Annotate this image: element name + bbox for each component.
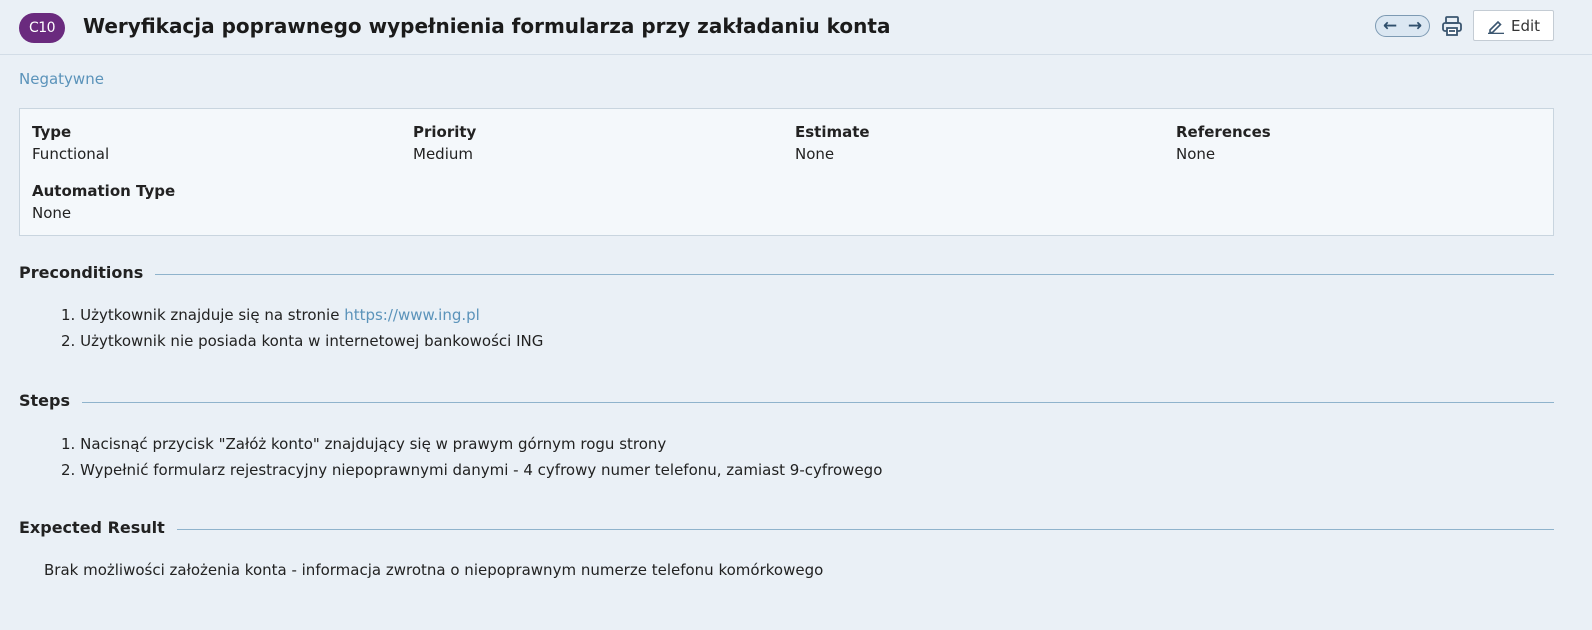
priority-value: Medium xyxy=(413,145,473,163)
case-header: C10 Weryfikacja poprawnego wypełnienia f… xyxy=(0,0,1592,55)
estimate-field: Estimate None xyxy=(795,123,870,163)
edit-button[interactable]: Edit xyxy=(1473,10,1554,41)
type-value: Functional xyxy=(32,145,110,163)
type-field: Type Functional xyxy=(32,123,109,163)
list-item: 2. Wypełnić formularz rejestracyjny niep… xyxy=(61,457,882,483)
list-item: 1. Nacisnąć przycisk "Załóż konto" znajd… xyxy=(61,431,882,457)
list-item: 1. Użytkownik znajduje się na stronie ht… xyxy=(61,302,543,328)
automation-field: Automation Type None xyxy=(32,182,175,222)
estimate-label: Estimate xyxy=(795,123,870,141)
arrow-left-icon[interactable]: ← xyxy=(1378,16,1402,36)
preconditions-heading: Preconditions xyxy=(19,263,156,282)
divider xyxy=(19,529,1554,530)
expected-result-header: Expected Result xyxy=(19,518,1554,540)
url-link[interactable]: https://www.ing.pl xyxy=(344,306,480,324)
list-item: 2. Użytkownik nie posiada konta w intern… xyxy=(61,328,543,354)
preconditions-header: Preconditions xyxy=(19,263,1554,285)
steps-header: Steps xyxy=(19,391,1554,413)
priority-label: Priority xyxy=(413,123,477,141)
edit-button-label: Edit xyxy=(1511,17,1541,35)
list-text: Nacisnąć przycisk "Załóż konto" znajdują… xyxy=(80,435,667,453)
details-panel: Type Functional Priority Medium Estimate… xyxy=(19,108,1554,236)
expected-result-text: Brak możliwości założenia konta - inform… xyxy=(44,561,824,579)
list-text: Użytkownik znajduje się na stronie xyxy=(80,306,345,324)
expected-result-heading: Expected Result xyxy=(19,518,177,537)
type-label: Type xyxy=(32,123,72,141)
priority-field: Priority Medium xyxy=(413,123,476,163)
automation-value: None xyxy=(32,204,72,222)
arrow-right-icon[interactable]: → xyxy=(1403,16,1427,36)
list-number: 1. xyxy=(61,306,76,324)
page-title: Weryfikacja poprawnego wypełnienia formu… xyxy=(83,14,891,38)
steps-list: 1. Nacisnąć przycisk "Załóż konto" znajd… xyxy=(61,431,882,483)
list-text: Użytkownik nie posiada konta w interneto… xyxy=(80,332,544,350)
preconditions-list: 1. Użytkownik znajduje się na stronie ht… xyxy=(61,302,543,354)
list-number: 1. xyxy=(61,435,76,453)
steps-heading: Steps xyxy=(19,391,82,410)
case-id-badge: C10 xyxy=(19,13,65,43)
list-number: 2. xyxy=(61,332,76,350)
list-number: 2. xyxy=(61,461,76,479)
case-navigation: ← → xyxy=(1375,15,1430,37)
estimate-value: None xyxy=(795,145,835,163)
list-text: Wypełnić formularz rejestracyjny niepopr… xyxy=(80,461,883,479)
divider xyxy=(19,274,1554,275)
printer-icon[interactable] xyxy=(1440,14,1464,38)
divider xyxy=(19,402,1554,403)
references-value: None xyxy=(1176,145,1216,163)
references-field: References None xyxy=(1176,123,1271,163)
section-link[interactable]: Negatywne xyxy=(19,70,104,88)
pencil-icon xyxy=(1488,20,1504,34)
references-label: References xyxy=(1176,123,1271,141)
automation-label: Automation Type xyxy=(32,182,176,200)
